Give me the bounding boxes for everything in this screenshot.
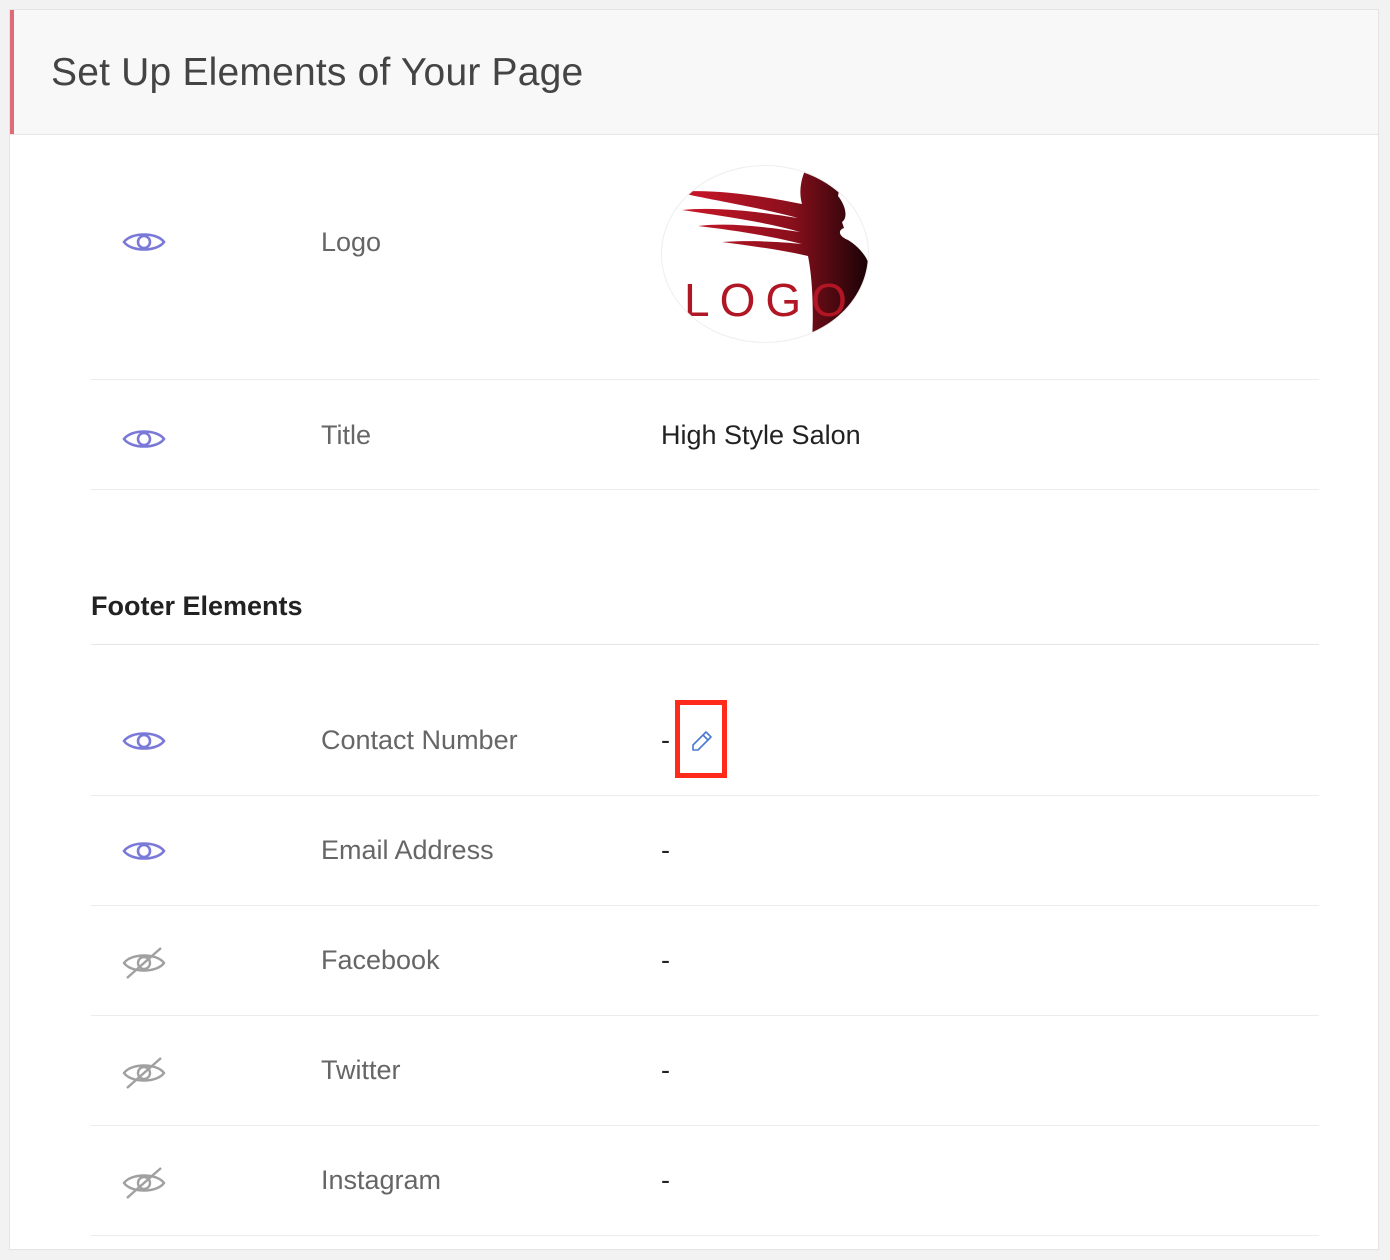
- footer-row-twitter: Twitter -: [91, 1016, 1319, 1126]
- page-elements-card: Set Up Elements of Your Page Logo LOGO T…: [9, 9, 1379, 1250]
- contact-number-value: -: [661, 725, 670, 755]
- instagram-value: -: [661, 1165, 670, 1195]
- element-label: Contact Number: [321, 725, 518, 755]
- eye-icon[interactable]: [121, 726, 167, 756]
- eye-off-icon[interactable]: [121, 1166, 167, 1199]
- footer-row-facebook: Facebook -: [91, 906, 1319, 1016]
- eye-off-icon[interactable]: [121, 1056, 167, 1089]
- divider: [91, 644, 1319, 645]
- email-address-value: -: [661, 835, 670, 865]
- element-label: Instagram: [321, 1165, 442, 1195]
- logo-image[interactable]: LOGO: [661, 165, 869, 343]
- svg-text:LOGO: LOGO: [684, 274, 857, 326]
- title-value: High Style Salon: [661, 420, 861, 450]
- twitter-value: -: [661, 1055, 670, 1085]
- footer-row-instagram: Instagram -: [91, 1126, 1319, 1236]
- eye-icon[interactable]: [121, 424, 167, 454]
- element-label: Twitter: [321, 1055, 401, 1085]
- footer-section-title: Footer Elements: [91, 591, 303, 621]
- eye-icon[interactable]: [121, 836, 167, 866]
- element-label: Logo: [321, 227, 382, 257]
- element-row-title: Title High Style Salon: [91, 380, 1319, 490]
- page-title: Set Up Elements of Your Page: [51, 51, 584, 94]
- eye-off-icon[interactable]: [121, 946, 167, 979]
- edit-contact-number-button[interactable]: [675, 700, 727, 778]
- footer-row-email-address: Email Address -: [91, 796, 1319, 906]
- element-label: Title: [321, 420, 372, 450]
- facebook-value: -: [661, 945, 670, 975]
- element-label: Facebook: [321, 945, 440, 975]
- element-label: Email Address: [321, 835, 494, 865]
- card-header: Set Up Elements of Your Page: [10, 10, 1378, 135]
- element-row-logo: Logo LOGO: [91, 135, 1319, 380]
- eye-icon[interactable]: [121, 227, 167, 257]
- pencil-icon: [692, 731, 712, 751]
- header-accent-bar: [10, 10, 14, 134]
- footer-row-contact-number: Contact Number -: [91, 686, 1319, 796]
